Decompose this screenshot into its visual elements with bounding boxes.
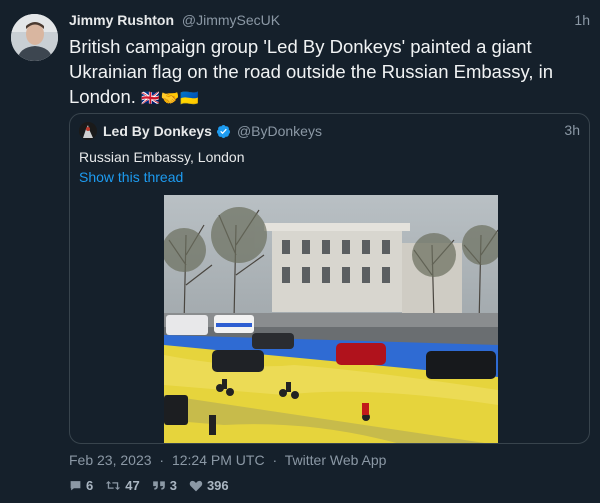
quote-icon: [152, 481, 165, 490]
tweet-actions: 6 47 3 396: [69, 478, 241, 493]
tweet-clock[interactable]: 12:24 PM UTC: [172, 452, 265, 468]
author-name[interactable]: Jimmy Rushton: [69, 12, 174, 28]
tweet-text: British campaign group 'Led By Donkeys' …: [69, 34, 569, 111]
show-thread-link[interactable]: Show this thread: [79, 169, 183, 185]
reply-button[interactable]: 6: [69, 478, 93, 493]
quoted-author-handle[interactable]: @ByDonkeys: [237, 123, 322, 139]
tweet-time[interactable]: 1h: [574, 12, 590, 28]
retweet-button[interactable]: 47: [105, 478, 140, 493]
reply-count: 6: [86, 478, 94, 493]
like-count: 396: [206, 478, 229, 493]
retweet-icon: [106, 480, 121, 491]
quote-button[interactable]: 3: [152, 478, 177, 493]
tweet-source[interactable]: Twitter Web App: [285, 452, 387, 468]
author-handle[interactable]: @JimmySecUK: [182, 12, 280, 28]
quoted-header: Led By Donkeys @ByDonkeys: [79, 122, 322, 140]
quote-count: 3: [169, 478, 177, 493]
speech-bubble-icon: [70, 481, 81, 491]
quoted-author-name[interactable]: Led By Donkeys: [103, 123, 212, 139]
meta-separator: ·: [159, 452, 165, 468]
meta-separator: ·: [272, 452, 278, 468]
tweet-date[interactable]: Feb 23, 2023: [69, 452, 152, 468]
quoted-time[interactable]: 3h: [564, 122, 580, 138]
embassy-photo[interactable]: [164, 195, 498, 443]
author-avatar[interactable]: [11, 14, 58, 61]
tweet-card: Jimmy Rushton @JimmySecUK 1h British cam…: [0, 0, 600, 503]
heart-icon: [189, 480, 203, 492]
verified-badge-icon: [216, 124, 230, 138]
emoji-flags: 🇬🇧🤝🇺🇦: [141, 90, 201, 107]
tweet-header: Jimmy Rushton @JimmySecUK 1h: [69, 12, 590, 30]
quoted-text: Russian Embassy, London: [79, 149, 245, 165]
tweet-meta: Feb 23, 2023 · 12:24 PM UTC · Twitter We…: [69, 452, 386, 468]
quoted-tweet[interactable]: Led By Donkeys @ByDonkeys 3h Russian Emb…: [69, 113, 590, 444]
retweet-count: 47: [125, 478, 140, 493]
like-button[interactable]: 396: [189, 478, 229, 493]
quoted-avatar: [79, 122, 97, 140]
